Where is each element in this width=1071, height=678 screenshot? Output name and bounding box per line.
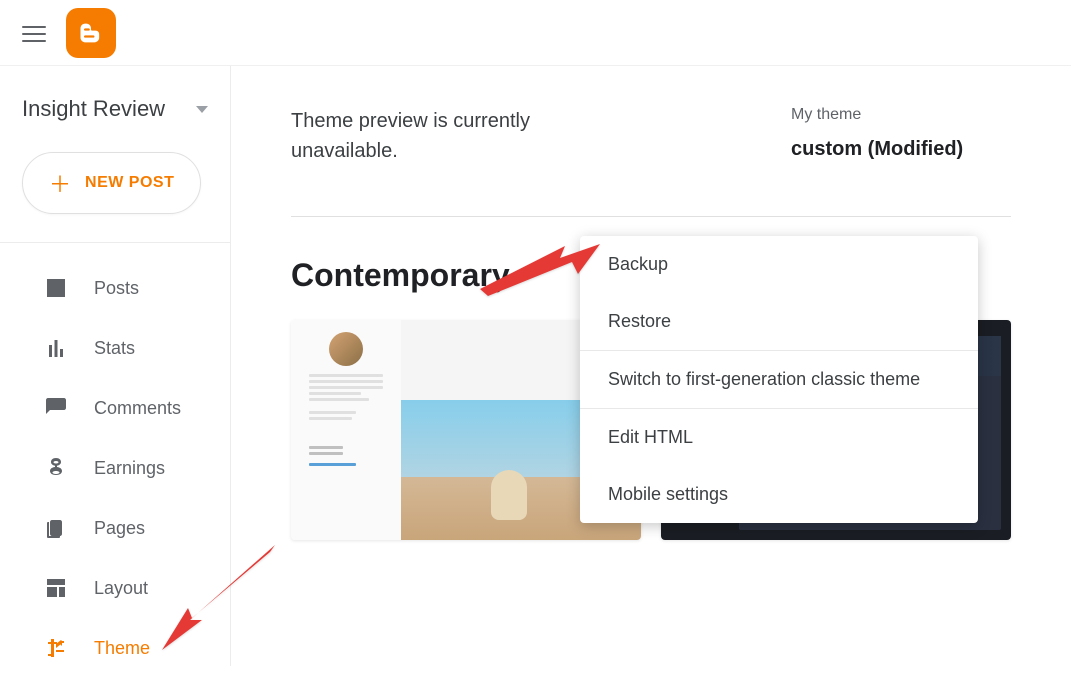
nav-label: Posts [94, 278, 139, 299]
new-post-button[interactable]: ＋ NEW POST [22, 152, 201, 214]
earnings-icon [44, 456, 68, 480]
theme-info: My theme custom (Modified) [791, 106, 1011, 166]
sidebar-item-posts[interactable]: Posts [0, 258, 230, 318]
menu-item-restore[interactable]: Restore [580, 293, 978, 350]
plus-icon: ＋ [49, 167, 71, 199]
nav-label: Layout [94, 578, 148, 599]
chevron-down-icon [196, 106, 208, 113]
preview-box: Theme preview is currently unavailable. [291, 106, 721, 166]
blogger-logo[interactable] [66, 8, 116, 58]
theme-header-row: Theme preview is currently unavailable. … [291, 106, 1011, 166]
stats-icon [44, 336, 68, 360]
divider [0, 242, 230, 243]
menu-item-switch-classic[interactable]: Switch to first-generation classic theme [580, 351, 978, 408]
sidebar-item-earnings[interactable]: Earnings [0, 438, 230, 498]
nav-label: Pages [94, 518, 145, 539]
layout-icon [44, 576, 68, 600]
menu-item-mobile-settings[interactable]: Mobile settings [580, 466, 978, 523]
blog-name: Insight Review [22, 96, 165, 122]
header [0, 0, 1071, 66]
new-post-label: NEW POST [85, 174, 174, 192]
sidebar-item-comments[interactable]: Comments [0, 378, 230, 438]
nav-label: Stats [94, 338, 135, 359]
pages-icon [44, 516, 68, 540]
my-theme-label: My theme [791, 106, 1011, 124]
preview-message: Theme preview is currently unavailable. [291, 106, 551, 166]
separator [291, 216, 1011, 217]
my-theme-name: custom (Modified) [791, 138, 1011, 161]
nav-label: Theme [94, 638, 150, 659]
annotation-arrow-icon [460, 234, 610, 309]
theme-icon [44, 636, 68, 660]
hamburger-icon[interactable] [22, 21, 46, 45]
menu-item-edit-html[interactable]: Edit HTML [580, 409, 978, 466]
annotation-arrow-icon [150, 540, 290, 665]
blog-selector[interactable]: Insight Review [0, 86, 230, 152]
sidebar-item-stats[interactable]: Stats [0, 318, 230, 378]
nav-label: Earnings [94, 458, 165, 479]
card-sidebar-preview [291, 320, 401, 540]
posts-icon [44, 276, 68, 300]
nav-label: Comments [94, 398, 181, 419]
menu-item-backup[interactable]: Backup [580, 236, 978, 293]
avatar-icon [329, 332, 363, 366]
comments-icon [44, 396, 68, 420]
theme-options-menu: Backup Restore Switch to first-generatio… [580, 236, 978, 523]
